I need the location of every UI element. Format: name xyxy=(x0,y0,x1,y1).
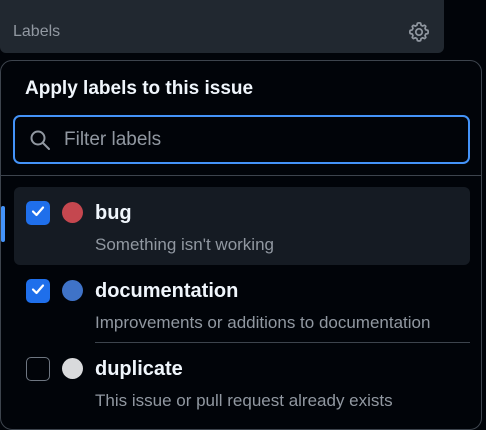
label-option-bug[interactable]: bug Something isn't working xyxy=(1,187,470,265)
label-name: duplicate xyxy=(95,358,183,380)
label-color-dot xyxy=(62,280,83,301)
checkmark-icon xyxy=(30,203,46,224)
filter-labels-input[interactable] xyxy=(62,127,446,152)
divider xyxy=(1,175,481,176)
labels-header-title: Labels xyxy=(13,23,61,40)
label-checkbox-duplicate[interactable] xyxy=(26,357,50,381)
label-color-dot xyxy=(62,358,83,379)
labels-settings-button[interactable] xyxy=(405,20,433,48)
label-checkbox-documentation[interactable] xyxy=(26,279,50,303)
labels-selector-panel: Apply labels to this issue bug Something… xyxy=(0,60,482,430)
search-icon xyxy=(29,129,51,151)
active-row-indicator xyxy=(1,206,5,242)
label-color-dot xyxy=(62,202,83,223)
label-name: documentation xyxy=(95,280,239,302)
label-name: bug xyxy=(95,202,132,224)
gear-icon xyxy=(407,20,431,49)
filter-box[interactable] xyxy=(13,115,470,164)
label-description: Something isn't working xyxy=(95,235,274,254)
labels-header: Labels xyxy=(0,0,444,53)
panel-title: Apply labels to this issue xyxy=(25,78,254,99)
label-description: Improvements or additions to documentati… xyxy=(95,313,431,332)
label-option-documentation[interactable]: documentation Improvements or additions … xyxy=(14,265,470,343)
label-checkbox-bug[interactable] xyxy=(26,201,50,225)
checkmark-icon xyxy=(30,281,46,302)
label-option-duplicate[interactable]: duplicate This issue or pull request alr… xyxy=(14,343,470,421)
label-description: This issue or pull request already exist… xyxy=(95,391,393,410)
